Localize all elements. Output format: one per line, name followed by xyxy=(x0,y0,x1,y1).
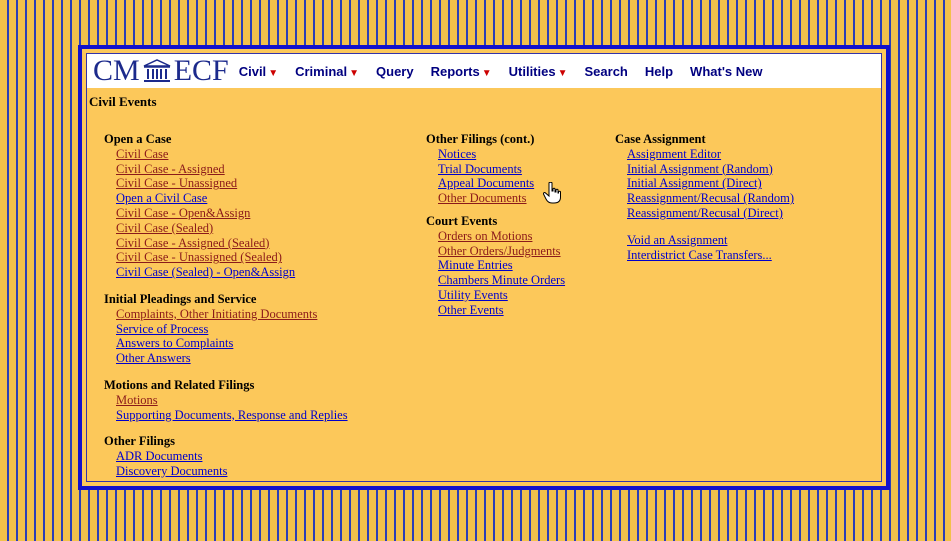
menu-reports[interactable]: Reports ▼ xyxy=(431,64,492,79)
link-open-a-civil-case[interactable]: Open a Civil Case xyxy=(104,191,348,206)
menu-bar: CM ECF Civil ▼ Criminal ▼ Query Reports ▼ Utili… xyxy=(87,54,881,88)
link-list: Complaints, Other Initiating Documents Se… xyxy=(104,307,348,366)
link-civil-case-unassigned-sealed[interactable]: Civil Case - Unassigned (Sealed) xyxy=(104,250,348,265)
cmecf-logo[interactable]: CM ECF xyxy=(93,54,229,88)
link-other-orders-judgments[interactable]: Other Orders/Judgments xyxy=(426,244,565,259)
caret-down-icon: ▼ xyxy=(349,67,360,79)
link-chambers-minute-orders[interactable]: Chambers Minute Orders xyxy=(426,273,565,288)
column-1: Open a Case Civil Case Civil Case - Assig… xyxy=(104,132,348,479)
menu-criminal[interactable]: Criminal ▼ xyxy=(295,64,359,79)
menu-label: Query xyxy=(376,63,414,79)
caret-down-icon: ▼ xyxy=(557,67,568,79)
link-list: ADR Documents Discovery Documents xyxy=(104,449,348,479)
link-civil-case-assigned-sealed[interactable]: Civil Case - Assigned (Sealed) xyxy=(104,236,348,251)
section-heading-open-a-case: Open a Case xyxy=(104,132,172,146)
menu-label: What's New xyxy=(690,63,763,79)
page-title: Civil Events xyxy=(89,94,157,109)
section-heading-case-assignment: Case Assignment xyxy=(615,132,706,146)
caret-down-icon: ▼ xyxy=(481,67,492,79)
link-void-an-assignment[interactable]: Void an Assignment xyxy=(615,233,794,248)
link-motions[interactable]: Motions xyxy=(104,393,348,408)
link-civil-case-open-assign[interactable]: Civil Case - Open&Assign xyxy=(104,206,348,221)
link-initial-assignment-random[interactable]: Initial Assignment (Random) xyxy=(615,162,794,177)
striped-background-top xyxy=(0,0,951,45)
link-reassignment-recusal-direct[interactable]: Reassignment/Recusal (Direct) xyxy=(615,206,794,221)
link-civil-case-unassigned[interactable]: Civil Case - Unassigned xyxy=(104,176,348,191)
link-utility-events[interactable]: Utility Events xyxy=(426,288,565,303)
menu-label: Help xyxy=(644,63,674,79)
column-3: Case Assignment Assignment Editor Initial… xyxy=(615,132,794,262)
courthouse-icon xyxy=(143,59,171,82)
link-supporting-documents-response-and-replies[interactable]: Supporting Documents, Response and Repli… xyxy=(104,408,348,423)
menu-label: Civil xyxy=(238,63,267,79)
link-interdistrict-case-transfers[interactable]: Interdistrict Case Transfers... xyxy=(615,248,794,263)
cmecf-window: CM ECF Civil ▼ Criminal ▼ Query Reports ▼ Utili… xyxy=(78,45,890,490)
link-list: Void an Assignment Interdistrict Case Tra… xyxy=(615,233,794,263)
link-other-answers[interactable]: Other Answers xyxy=(104,351,348,366)
link-notices[interactable]: Notices xyxy=(426,147,565,162)
link-other-events[interactable]: Other Events xyxy=(426,303,565,318)
logo-ecf: ECF xyxy=(173,54,229,87)
menu-help[interactable]: Help xyxy=(645,64,673,79)
link-list: Orders on Motions Other Orders/Judgments M… xyxy=(426,229,565,318)
link-discovery-documents[interactable]: Discovery Documents xyxy=(104,464,348,479)
section-heading-other-filings-cont: Other Filings (cont.) xyxy=(426,132,535,146)
link-complaints-other-initiating-documents[interactable]: Complaints, Other Initiating Documents xyxy=(104,307,348,322)
menu-what-s-new[interactable]: What's New xyxy=(690,64,762,79)
link-civil-case-sealed-open-assign[interactable]: Civil Case (Sealed) - Open&Assign xyxy=(104,265,348,280)
link-service-of-process[interactable]: Service of Process xyxy=(104,322,348,337)
menu-items: Civil ▼ Criminal ▼ Query Reports ▼ Utilities ▼ Se… xyxy=(239,64,780,79)
link-assignment-editor[interactable]: Assignment Editor xyxy=(615,147,794,162)
caret-down-icon: ▼ xyxy=(268,67,279,79)
section-heading-other-filings: Other Filings xyxy=(104,434,175,449)
link-initial-assignment-direct[interactable]: Initial Assignment (Direct) xyxy=(615,176,794,191)
link-civil-case-assigned[interactable]: Civil Case - Assigned xyxy=(104,162,348,177)
link-list: Motions Supporting Documents, Response an… xyxy=(104,393,348,423)
link-list: Civil Case Civil Case - Assigned Civil Cas… xyxy=(104,147,348,280)
logo-cm: CM xyxy=(93,54,140,87)
link-answers-to-complaints[interactable]: Answers to Complaints xyxy=(104,336,348,351)
link-adr-documents[interactable]: ADR Documents xyxy=(104,449,348,464)
cmecf-content: CM ECF Civil ▼ Criminal ▼ Query Reports ▼ Utili… xyxy=(86,53,882,482)
link-civil-case[interactable]: Civil Case xyxy=(104,147,348,162)
hand-pointer-icon xyxy=(543,182,561,204)
striped-background-bottom xyxy=(0,490,951,541)
section-heading-motions: Motions and Related Filings xyxy=(104,377,255,392)
menu-label: Utilities xyxy=(508,63,556,79)
link-reassignment-recusal-random[interactable]: Reassignment/Recusal (Random) xyxy=(615,191,794,206)
link-civil-case-sealed[interactable]: Civil Case (Sealed) xyxy=(104,221,348,236)
link-list: Assignment Editor Initial Assignment (Ran… xyxy=(615,147,794,221)
menu-civil[interactable]: Civil ▼ xyxy=(239,64,278,79)
menu-utilities[interactable]: Utilities ▼ xyxy=(509,64,568,79)
link-minute-entries[interactable]: Minute Entries xyxy=(426,258,565,273)
column-2: Other Filings (cont.) Notices Trial Docum… xyxy=(426,132,565,318)
section-heading-court-events: Court Events xyxy=(426,213,498,228)
menu-label: Search xyxy=(584,63,628,79)
menu-search[interactable]: Search xyxy=(585,64,628,79)
menu-query[interactable]: Query xyxy=(376,64,414,79)
menu-label: Reports xyxy=(430,63,480,79)
link-trial-documents[interactable]: Trial Documents xyxy=(426,162,565,177)
section-heading-initial-pleadings: Initial Pleadings and Service xyxy=(104,291,257,306)
link-orders-on-motions[interactable]: Orders on Motions xyxy=(426,229,565,244)
menu-label: Criminal xyxy=(295,63,348,79)
